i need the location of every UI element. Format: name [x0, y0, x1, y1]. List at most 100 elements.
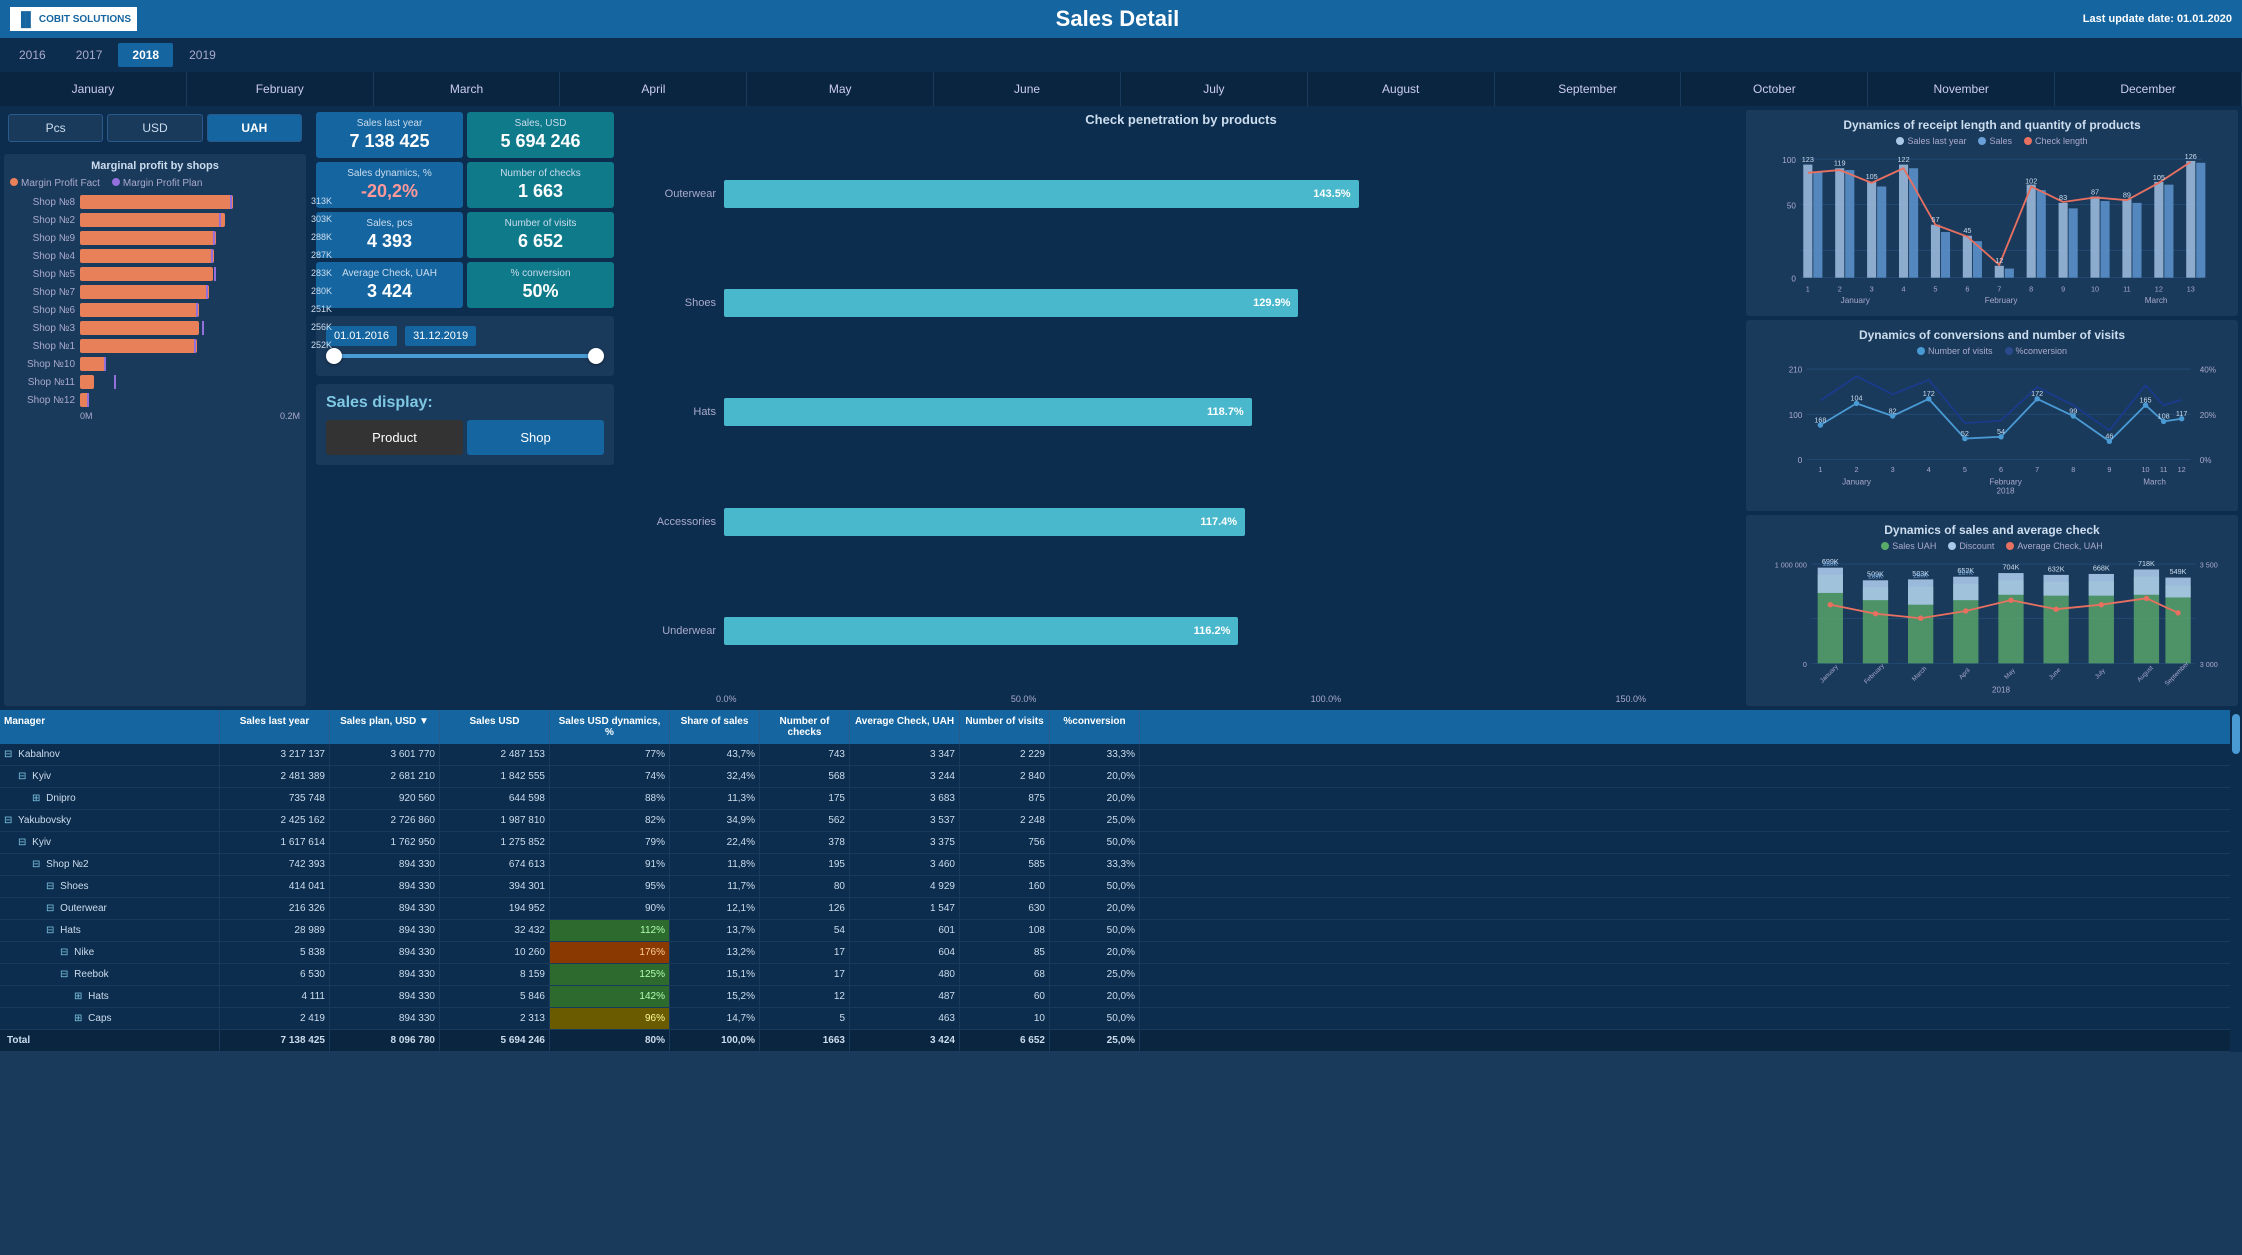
expand-icon[interactable]: ⊟	[4, 815, 12, 826]
bar-label: Shop №12	[10, 395, 75, 406]
slider-thumb-right[interactable]	[588, 348, 604, 364]
year-tab-2016[interactable]: 2016	[5, 43, 60, 67]
expand-icon[interactable]: ⊟	[60, 947, 68, 958]
svg-text:May: May	[2003, 667, 2017, 681]
month-tab-august[interactable]: August	[1308, 72, 1495, 106]
td-sales-ly: 2 419	[220, 1008, 330, 1029]
td-manager: Total	[0, 1030, 220, 1051]
expand-icon[interactable]: ⊟	[18, 837, 26, 848]
bar-plan-line	[202, 321, 204, 335]
unit-usd[interactable]: USD	[107, 114, 202, 142]
month-tab-june[interactable]: June	[934, 72, 1121, 106]
chart-sales-avg-legend: Sales UAH Discount Average Check, UAH	[1754, 541, 2230, 551]
month-tab-december[interactable]: December	[2055, 72, 2242, 106]
td-avg-check: 3 683	[850, 788, 960, 809]
td-visits: 2 229	[960, 744, 1050, 765]
expand-icon[interactable]: ⊟	[4, 749, 12, 760]
check-label: Hats	[636, 406, 716, 418]
td-conversion: 20,0%	[1050, 766, 1140, 787]
td-dynamics: 80%	[550, 1030, 670, 1051]
td-sales-usd: 5 694 246	[440, 1030, 550, 1051]
expand-icon[interactable]: ⊟	[46, 903, 54, 914]
svg-text:1 000 000: 1 000 000	[1775, 561, 1807, 570]
expand-icon[interactable]: ⊟	[60, 969, 68, 980]
expand-icon[interactable]: ⊟	[32, 859, 40, 870]
date-end[interactable]: 31.12.2019	[405, 326, 476, 346]
svg-text:210: 210	[1789, 366, 1803, 375]
svg-text:119: 119	[1834, 159, 1846, 168]
unit-pcs[interactable]: Pcs	[8, 114, 103, 142]
td-sales-plan: 894 330	[330, 898, 440, 919]
check-bar-value: 129.9%	[1253, 297, 1290, 309]
slider-track[interactable]	[326, 354, 604, 358]
expand-icon[interactable]: ⊟	[46, 881, 54, 892]
td-visits: 60	[960, 986, 1050, 1007]
bar-label: Shop №10	[10, 359, 75, 370]
year-tab-2017[interactable]: 2017	[62, 43, 117, 67]
bar-fact	[80, 231, 216, 245]
unit-uah[interactable]: UAH	[207, 114, 302, 142]
date-inputs: 01.01.2016 31.12.2019	[326, 326, 604, 346]
td-conversion: 50,0%	[1050, 832, 1140, 853]
expand-icon[interactable]: ⊞	[32, 793, 40, 804]
year-tab-2019[interactable]: 2019	[175, 43, 230, 67]
td-sales-plan: 894 330	[330, 964, 440, 985]
check-panel: Check penetration by products Outerwear …	[620, 106, 1742, 710]
check-label: Underwear	[636, 625, 716, 637]
display-shop-button[interactable]: Shop	[467, 420, 604, 455]
td-sales-plan: 2 681 210	[330, 766, 440, 787]
td-visits: 160	[960, 876, 1050, 897]
svg-text:52: 52	[1961, 429, 1969, 438]
bar-value: 283K	[311, 268, 332, 278]
bar-plan-line	[194, 339, 196, 353]
expand-icon[interactable]: ⊞	[74, 991, 82, 1002]
svg-text:13: 13	[2187, 284, 2195, 293]
expand-icon[interactable]: ⊞	[74, 1013, 82, 1024]
svg-text:169K: 169K	[1868, 573, 1884, 580]
month-tab-april[interactable]: April	[560, 72, 747, 106]
td-visits: 10	[960, 1008, 1050, 1029]
year-tab-2018[interactable]: 2018	[118, 43, 173, 67]
kpi-panel: Sales last year 7 138 425 Sales, USD 5 6…	[310, 106, 620, 710]
bar-fact	[80, 267, 213, 281]
table-container: Manager Sales last year Sales plan, USD …	[0, 710, 2230, 1052]
svg-text:704K: 704K	[2003, 562, 2020, 571]
bar-fact	[80, 303, 199, 317]
kpi-sales-usd: Sales, USD 5 694 246	[467, 112, 614, 158]
svg-text:8: 8	[2029, 284, 2033, 293]
check-label: Outerwear	[636, 188, 716, 200]
td-conversion: 20,0%	[1050, 942, 1140, 963]
svg-text:4: 4	[1902, 284, 1906, 293]
month-tab-may[interactable]: May	[747, 72, 934, 106]
month-tab-january[interactable]: January	[0, 72, 187, 106]
bar-container: 280K	[80, 285, 300, 299]
svg-text:January: January	[1819, 663, 1840, 684]
expand-icon[interactable]: ⊟	[46, 925, 54, 936]
svg-text:165: 165	[2140, 395, 2152, 404]
td-sales-plan: 8 096 780	[330, 1030, 440, 1051]
td-conversion: 25,0%	[1050, 964, 1140, 985]
date-start[interactable]: 01.01.2016	[326, 326, 397, 346]
month-tab-february[interactable]: February	[187, 72, 374, 106]
td-sales-plan: 894 330	[330, 986, 440, 1007]
slider-thumb-left[interactable]	[326, 348, 342, 364]
td-manager: ⊞ Hats	[0, 986, 220, 1007]
svg-text:123: 123	[1802, 155, 1814, 164]
svg-text:2018: 2018	[1992, 685, 2011, 694]
svg-text:54: 54	[1997, 427, 2005, 436]
month-tab-march[interactable]: March	[374, 72, 561, 106]
td-avg-check: 3 347	[850, 744, 960, 765]
expand-icon[interactable]: ⊟	[18, 771, 26, 782]
scroll-indicator[interactable]	[2230, 710, 2242, 1052]
month-tab-july[interactable]: July	[1121, 72, 1308, 106]
svg-text:99: 99	[2069, 406, 2077, 415]
scroll-thumb[interactable]	[2232, 714, 2240, 754]
chart-receipt: Dynamics of receipt length and quantity …	[1746, 110, 2238, 316]
td-conversion: 20,0%	[1050, 986, 1140, 1007]
td-sales-usd: 2 487 153	[440, 744, 550, 765]
display-product-button[interactable]: Product	[326, 420, 463, 455]
td-conversion: 33,3%	[1050, 744, 1140, 765]
month-tab-september[interactable]: September	[1495, 72, 1682, 106]
month-tab-october[interactable]: October	[1681, 72, 1868, 106]
month-tab-november[interactable]: November	[1868, 72, 2055, 106]
